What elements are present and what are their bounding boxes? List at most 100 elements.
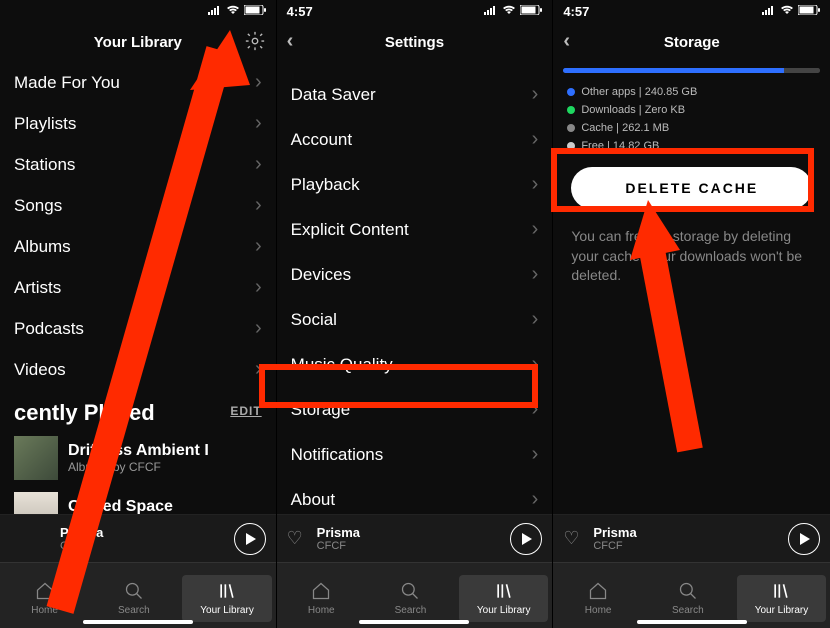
screen-library: Your Library Made For You› Playlists › Stat… [0,0,277,628]
library-item-label: Playlists [14,114,76,134]
play-button[interactable] [788,523,820,555]
settings-item-music-quality[interactable]: Music Quality› [277,342,553,387]
settings-item-about[interactable]: About› [277,477,553,514]
home-indicator[interactable] [359,620,469,624]
back-chevron-icon[interactable]: ‹ [563,30,570,53]
wifi-icon [502,4,516,18]
wifi-icon [226,4,240,18]
heart-icon[interactable]: ♡ [563,528,583,549]
library-item-made-for-you[interactable]: Made For You› [0,62,276,103]
np-track: Prisma [317,525,501,540]
settings-item-label: Devices [291,265,351,285]
library-item-stations[interactable]: Stations› [0,144,276,185]
back-chevron-icon[interactable]: ‹ [287,30,294,53]
settings-item-label: Social [291,310,337,330]
home-indicator[interactable] [83,620,193,624]
settings-item-data-saver[interactable]: Data Saver› [277,72,553,117]
chevron-right-icon: › [532,308,539,331]
delete-cache-button[interactable]: DELETE CACHE [571,167,812,209]
settings-item-label: Storage [291,400,351,420]
battery-icon [520,4,542,18]
page-title: Storage [664,34,720,51]
play-button[interactable] [510,523,542,555]
library-item-label: Songs [14,196,62,216]
nav-header: ‹ Storage [553,22,830,62]
battery-icon [244,4,266,18]
album-title: Closed Space [68,498,173,514]
chevron-right-icon: › [255,194,262,217]
settings-item-label: Playback [291,175,360,195]
storage-description: You can free up storage by deleting your… [553,221,830,292]
np-artist: CFCF [60,540,224,552]
legend-label: Free | 14.82 GB [581,140,659,152]
chevron-right-icon: › [532,353,539,376]
chevron-right-icon: › [255,358,262,381]
legend-label: Other apps | 240.85 GB [581,86,697,98]
tab-bar: Home Search Your Library [277,562,553,628]
np-artist: CFCF [593,540,778,552]
heart-icon[interactable]: ♡ [287,528,307,549]
status-bar: 4:57 [553,0,830,22]
signal-icon [484,4,498,18]
settings-item-social[interactable]: Social › [277,297,553,342]
tab-home[interactable]: Home [277,581,366,616]
library-item-label: Albums [14,237,71,257]
library-item-playlists[interactable]: Playlists › [0,103,276,144]
settings-item-notifications[interactable]: Notifications › [277,432,553,477]
album-art [14,492,58,514]
chevron-right-icon: › [255,112,262,135]
now-playing-bar[interactable]: Prisma CFCF [0,514,276,562]
legend-dot [567,106,575,114]
now-playing-bar[interactable]: ♡ Prisma CFCF [553,514,830,562]
chevron-right-icon: › [532,488,539,511]
settings-gear-icon[interactable] [244,30,266,56]
status-bar [0,0,276,22]
library-item-videos[interactable]: Videos› [0,349,276,390]
library-item-albums[interactable]: Albums› [0,226,276,267]
settings-item-label: Notifications [291,445,384,465]
tab-search[interactable]: Search [366,581,455,616]
chevron-right-icon: › [255,276,262,299]
library-item-label: Stations [14,155,75,175]
tab-library[interactable]: Your Library [459,575,548,622]
wifi-icon [780,4,794,18]
recent-item[interactable]: Closed SpaceAlbum • by CFCF [0,486,276,514]
library-item-songs[interactable]: Songs › [0,185,276,226]
tab-search[interactable]: Search [643,581,733,616]
battery-icon [798,4,820,18]
settings-item-devices[interactable]: Devices› [277,252,553,297]
storage-legend: Other apps | 240.85 GB Downloads | Zero K… [553,83,830,155]
library-item-podcasts[interactable]: Podcasts› [0,308,276,349]
recent-item[interactable]: Driftless Ambient IAlbum • by CFCF [0,430,276,486]
page-title: Your Library [94,34,182,51]
legend-dot [567,142,575,150]
tab-library[interactable]: Your Library [737,575,827,622]
settings-content: Data Saver›Account›Playback›Explicit Con… [277,62,553,514]
home-indicator[interactable] [637,620,747,624]
album-art [14,436,58,480]
edit-link[interactable]: EDIT [230,404,261,418]
settings-item-storage[interactable]: Storage › [277,387,553,432]
settings-item-explicit-content[interactable]: Explicit Content› [277,207,553,252]
library-item-artists[interactable]: Artists› [0,267,276,308]
legend-label: Downloads | Zero KB [581,104,685,116]
tab-search[interactable]: Search [89,581,178,616]
status-bar: 4:57 [277,0,553,22]
settings-item-label: Account [291,130,352,150]
screen-settings: 4:57 ‹ Settings Data Saver› Account › Playb… [277,0,554,628]
chevron-right-icon: › [532,443,539,466]
tab-library[interactable]: Your Library [182,575,271,622]
settings-item-playback[interactable]: Playback› [277,162,553,207]
play-button[interactable] [234,523,266,555]
tab-home[interactable]: Home [553,581,643,616]
settings-item-account[interactable]: Account › [277,117,553,162]
legend-label: Cache | 262.1 MB [581,122,669,134]
legend-row: Other apps | 240.85 GB [567,83,816,101]
chevron-right-icon: › [532,398,539,421]
tab-home[interactable]: Home [0,581,89,616]
chevron-right-icon: › [532,128,539,151]
np-track: Prisma [593,525,778,540]
storage-bar [563,68,820,73]
now-playing-bar[interactable]: ♡ Prisma CFCF [277,514,553,562]
nav-header: ‹ Settings [277,22,553,62]
